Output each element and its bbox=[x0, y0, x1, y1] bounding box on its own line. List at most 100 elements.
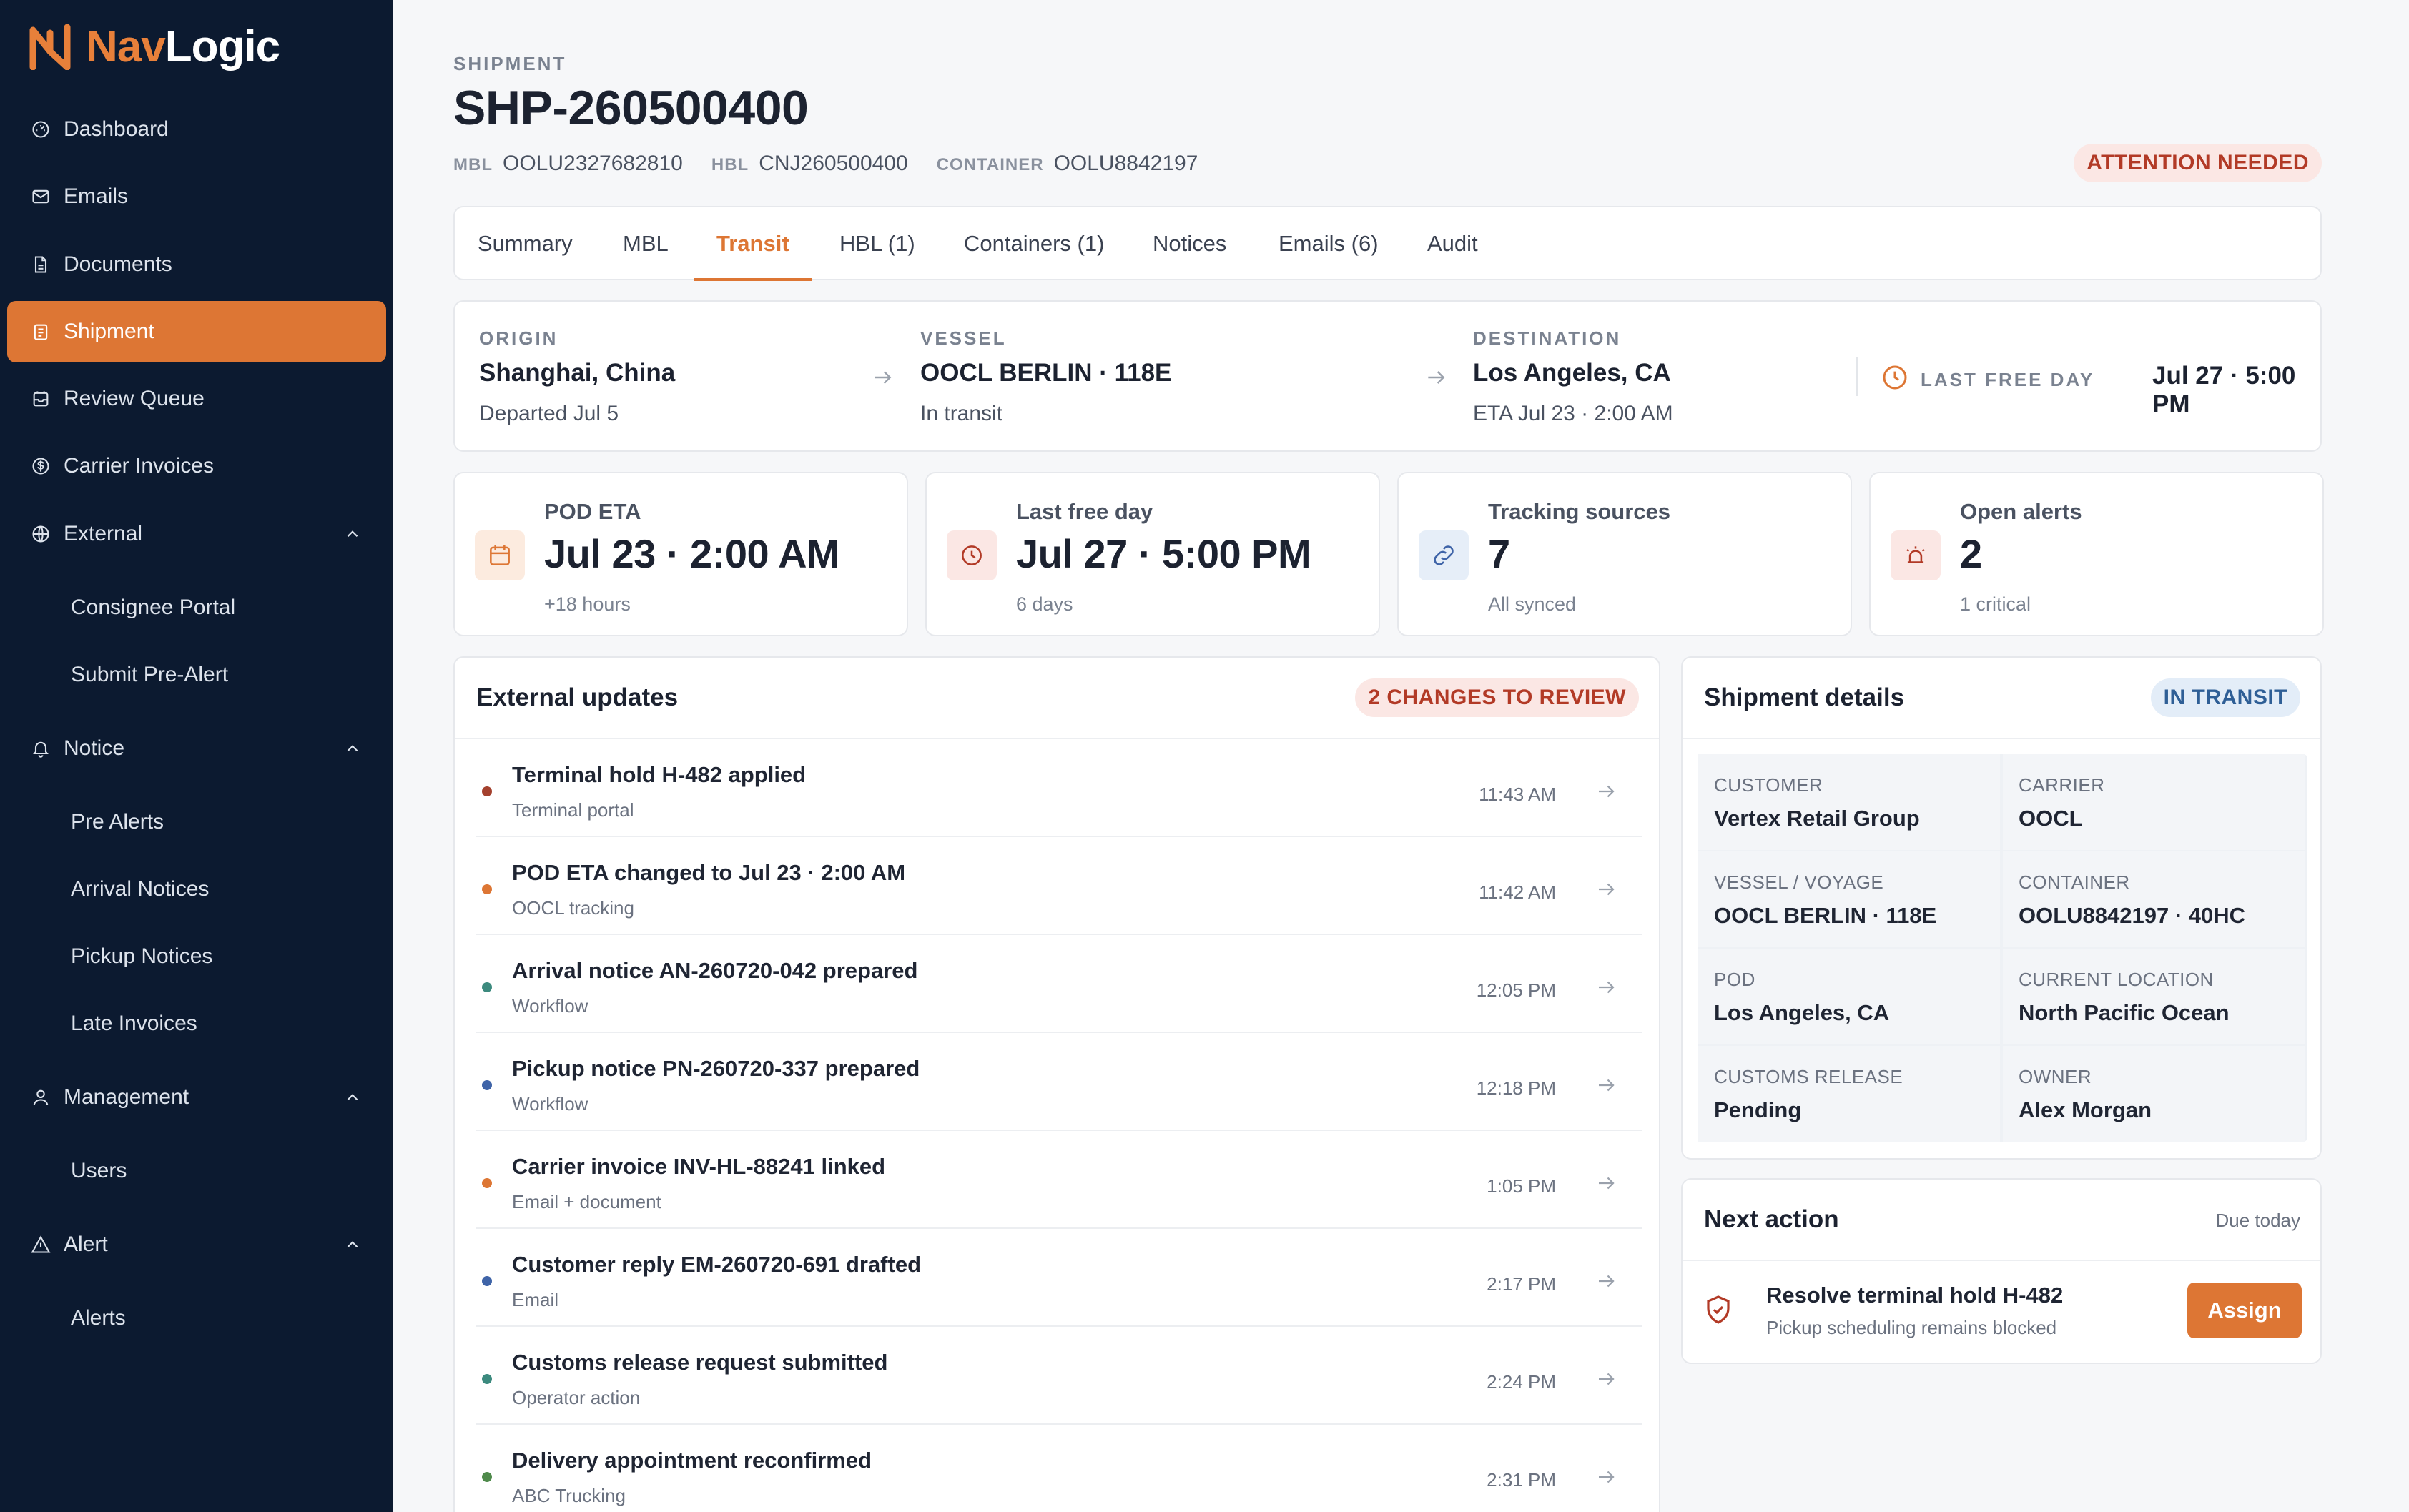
page-eyebrow: SHIPMENT bbox=[453, 53, 567, 74]
arrow-right-icon[interactable] bbox=[1595, 977, 1617, 998]
panel-title: Next action bbox=[1704, 1205, 1839, 1233]
next-action-task: Resolve terminal hold H-482 bbox=[1766, 1283, 2064, 1308]
sidebar-subitem-pre-alerts[interactable]: Pre Alerts bbox=[7, 794, 386, 851]
destination-value: Los Angeles, CA bbox=[1473, 359, 1671, 387]
detail-vessel-voyage: VESSEL / VOYAGE OOCL BERLIN · 118E bbox=[1698, 851, 2000, 947]
arrow-right-icon[interactable] bbox=[1595, 1172, 1617, 1194]
sidebar-item-dashboard[interactable]: Dashboard bbox=[7, 99, 386, 160]
alarm-icon bbox=[1891, 530, 1941, 580]
shipment-identifiers: MBL OOLU2327682810 HBL CNJ260500400 CONTAI… bbox=[453, 152, 1226, 176]
origin-sub: Departed Jul 5 bbox=[479, 402, 619, 425]
detail-owner: OWNER Alex Morgan bbox=[2003, 1046, 2305, 1142]
detail-container: CONTAINER OOLU8842197 · 40HC bbox=[2003, 851, 2305, 947]
detail-current-location: CURRENT LOCATION North Pacific Ocean bbox=[2003, 949, 2305, 1044]
sidebar-item-review-queue[interactable]: Review Queue bbox=[7, 368, 386, 430]
tab-summary[interactable]: Summary bbox=[478, 207, 573, 280]
list-item[interactable]: POD ETA changed to Jul 23 · 2:00 AM OOCL… bbox=[455, 837, 1642, 935]
document-icon bbox=[30, 254, 51, 275]
divider bbox=[1683, 1260, 2320, 1261]
next-action-sub: Pickup scheduling remains blocked bbox=[1766, 1317, 2057, 1338]
panel-title: Shipment details bbox=[1704, 683, 1905, 711]
chevron-up-icon[interactable] bbox=[343, 1088, 362, 1107]
globe-icon bbox=[30, 523, 51, 545]
sidebar-subitem-submit-pre-alert[interactable]: Submit Pre-Alert bbox=[7, 646, 386, 703]
sidebar-item-emails[interactable]: Emails bbox=[7, 166, 386, 227]
detail-customer: CUSTOMER Vertex Retail Group bbox=[1698, 754, 2000, 850]
list-item[interactable]: Customer reply EM-260720-691 drafted Ema… bbox=[455, 1229, 1642, 1327]
detail-carrier: CARRIER OOCL bbox=[2003, 754, 2305, 850]
tab-containers[interactable]: Containers (1) bbox=[964, 207, 1104, 280]
assign-button[interactable]: Assign bbox=[2187, 1283, 2302, 1338]
brand-name: NavLogic bbox=[86, 21, 280, 71]
last-free-day-value: Jul 27 · 5:00 PM bbox=[2152, 362, 2296, 418]
list-item[interactable]: Delivery appointment reconfirmed ABC Tru… bbox=[455, 1425, 1642, 1512]
external-updates-panel: External updates 2 CHANGES TO REVIEW Ter… bbox=[453, 656, 1660, 1512]
transit-status-badge: IN TRANSIT bbox=[2150, 678, 2300, 717]
arrow-right-icon[interactable] bbox=[1595, 781, 1617, 802]
tab-transit[interactable]: Transit bbox=[694, 207, 812, 281]
shipment-details-panel: Shipment details IN TRANSIT CUSTOMER Vert… bbox=[1681, 656, 2322, 1160]
vessel-label: VESSEL bbox=[920, 327, 1007, 349]
link-icon bbox=[1419, 530, 1469, 580]
list-item[interactable]: Customs release request submitted Operat… bbox=[455, 1327, 1642, 1425]
arrow-right-icon[interactable] bbox=[1595, 879, 1617, 900]
sidebar-item-management[interactable]: Management bbox=[7, 1067, 386, 1128]
sidebar-subitem-users[interactable]: Users bbox=[7, 1142, 386, 1200]
status-badge: ATTENTION NEEDED bbox=[2074, 144, 2322, 182]
arrow-right-icon[interactable] bbox=[1595, 1074, 1617, 1096]
stat-tracking-sources: Tracking sources 7 All synced bbox=[1397, 472, 1852, 636]
sidebar-item-documents[interactable]: Documents bbox=[7, 234, 386, 295]
list-item[interactable]: Terminal hold H-482 applied Terminal por… bbox=[455, 739, 1642, 837]
arrow-right-icon[interactable] bbox=[1595, 1466, 1617, 1488]
status-dot bbox=[482, 1080, 492, 1090]
arrow-right-icon[interactable] bbox=[1595, 1368, 1617, 1390]
arrow-right-icon[interactable] bbox=[1595, 1270, 1617, 1292]
stat-last-free-day: Last free day Jul 27 · 5:00 PM 6 days bbox=[925, 472, 1380, 636]
divider bbox=[1856, 357, 1858, 396]
route-summary: ORIGIN Shanghai, China Departed Jul 5 VE… bbox=[453, 300, 2322, 452]
hbl-value: CNJ260500400 bbox=[759, 152, 908, 175]
container-label: CONTAINER bbox=[936, 155, 1044, 174]
tab-emails[interactable]: Emails (6) bbox=[1279, 207, 1379, 280]
sidebar-subitem-consignee-portal[interactable]: Consignee Portal bbox=[7, 579, 386, 636]
vessel-value: OOCL BERLIN · 118E bbox=[920, 359, 1172, 387]
sidebar-item-external[interactable]: External bbox=[7, 503, 386, 565]
chevron-up-icon[interactable] bbox=[343, 525, 362, 543]
status-dot bbox=[482, 1178, 492, 1188]
tab-hbl[interactable]: HBL (1) bbox=[839, 207, 915, 280]
arrow-right-icon bbox=[1428, 371, 1445, 384]
tab-notices[interactable]: Notices bbox=[1153, 207, 1226, 280]
origin-label: ORIGIN bbox=[479, 327, 558, 349]
list-item[interactable]: Arrival notice AN-260720-042 prepared Wo… bbox=[455, 935, 1642, 1033]
chevron-up-icon[interactable] bbox=[343, 739, 362, 758]
detail-customs-release: CUSTOMS RELEASE Pending bbox=[1698, 1046, 2000, 1142]
shield-check-icon bbox=[1707, 1295, 1730, 1324]
mbl-label: MBL bbox=[453, 155, 493, 174]
panel-title: External updates bbox=[476, 683, 679, 711]
page-title: SHP-260500400 bbox=[453, 81, 809, 135]
next-action-panel: Next action Due today Resolve terminal h… bbox=[1681, 1178, 2322, 1364]
navlogic-logo-icon bbox=[29, 24, 71, 70]
list-item[interactable]: Carrier invoice INV-HL-88241 linked Emai… bbox=[455, 1131, 1642, 1229]
sidebar-subitem-pickup-notices[interactable]: Pickup Notices bbox=[7, 928, 386, 985]
brand-logo[interactable]: NavLogic bbox=[29, 21, 280, 71]
dollar-icon bbox=[30, 455, 51, 477]
sidebar-item-notice[interactable]: Notice bbox=[7, 718, 386, 779]
sidebar-subitem-arrival-notices[interactable]: Arrival Notices bbox=[7, 861, 386, 918]
inbox-icon bbox=[30, 388, 51, 410]
destination-label: DESTINATION bbox=[1473, 327, 1622, 349]
list-item[interactable]: Pickup notice PN-260720-337 prepared Wor… bbox=[455, 1033, 1642, 1131]
sidebar-subitem-alerts[interactable]: Alerts bbox=[7, 1290, 386, 1347]
status-dot bbox=[482, 884, 492, 894]
sidebar-item-alert[interactable]: Alert bbox=[7, 1214, 386, 1275]
chevron-up-icon[interactable] bbox=[343, 1235, 362, 1254]
sidebar-item-shipment[interactable]: Shipment bbox=[7, 301, 386, 362]
hbl-label: HBL bbox=[711, 155, 749, 174]
stat-open-alerts: Open alerts 2 1 critical bbox=[1869, 472, 2324, 636]
clock-icon bbox=[1883, 365, 1907, 390]
tab-audit[interactable]: Audit bbox=[1427, 207, 1478, 280]
tab-mbl[interactable]: MBL bbox=[623, 207, 669, 280]
sidebar-item-carrier-invoices[interactable]: Carrier Invoices bbox=[7, 435, 386, 497]
sidebar-subitem-late-invoices[interactable]: Late Invoices bbox=[7, 995, 386, 1052]
status-dot bbox=[482, 982, 492, 992]
